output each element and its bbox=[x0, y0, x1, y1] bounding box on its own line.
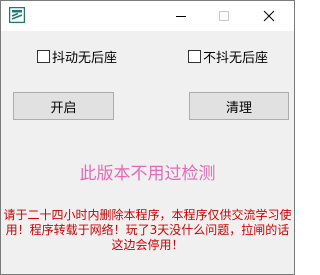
app-icon bbox=[8, 6, 26, 24]
no-shake-no-recoil-label: 不抖无后座 bbox=[203, 51, 269, 66]
client-area: 抖动无后座 不抖无后座 开启 清理 此版本不用过检测 请于二十四小时内删除本程序… bbox=[1, 31, 294, 274]
maximize-button[interactable] bbox=[204, 1, 244, 31]
start-button[interactable]: 开启 bbox=[13, 92, 114, 120]
close-button[interactable] bbox=[249, 1, 289, 31]
minimize-icon bbox=[176, 16, 186, 17]
title-bar[interactable] bbox=[1, 1, 294, 31]
shake-no-recoil-checkbox[interactable]: 抖动无后座 bbox=[37, 47, 117, 66]
checkbox-box[interactable] bbox=[37, 50, 50, 63]
maximize-icon bbox=[219, 11, 229, 21]
checkbox-box[interactable] bbox=[188, 50, 201, 63]
no-shake-no-recoil-checkbox[interactable]: 不抖无后座 bbox=[188, 47, 268, 66]
clear-button[interactable]: 清理 bbox=[189, 92, 289, 120]
minimize-button[interactable] bbox=[161, 1, 201, 31]
close-icon bbox=[263, 10, 275, 22]
app-window: 抖动无后座 不抖无后座 开启 清理 此版本不用过检测 请于二十四小时内删除本程序… bbox=[0, 0, 295, 275]
shake-no-recoil-label: 抖动无后座 bbox=[52, 51, 118, 66]
warning-text: 请于二十四小时内删除本程序，本程序仅供交流学习使用！程序转载于网络！玩了3天没什… bbox=[3, 208, 292, 252]
notice-text: 此版本不用过检测 bbox=[79, 164, 216, 184]
